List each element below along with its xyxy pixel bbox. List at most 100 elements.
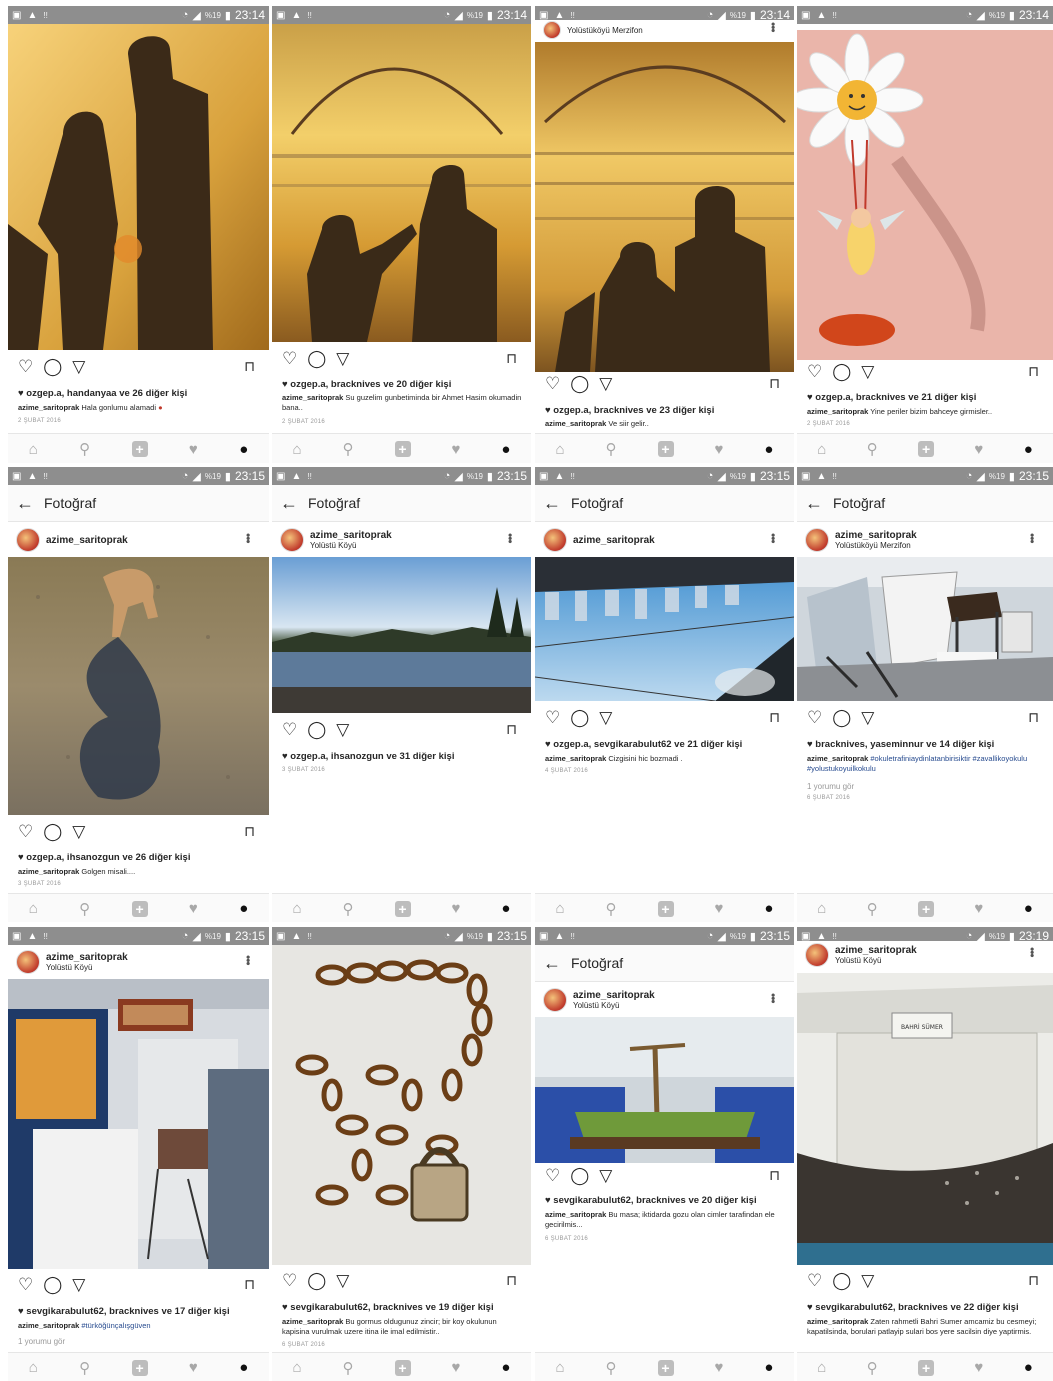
comment-icon[interactable]: ◯ [570,375,589,392]
home-icon[interactable]: ⌂ [292,900,301,917]
home-icon[interactable]: ⌂ [29,441,38,458]
heart-icon[interactable]: ♥ [715,1359,724,1376]
profile-icon[interactable]: ● [239,900,248,917]
add-icon[interactable]: + [131,441,148,457]
post-location[interactable]: Yolüstü Köyü [46,963,128,972]
bookmark-icon[interactable]: ⊓ [1028,363,1039,380]
profile-icon[interactable]: ● [764,441,773,458]
comment-icon[interactable]: ◯ [570,1167,589,1184]
search-icon[interactable]: ⚲ [343,1359,354,1377]
caption-user[interactable]: azime_saritoprak [807,407,868,416]
search-icon[interactable]: ⚲ [606,900,617,918]
add-icon[interactable]: + [131,900,148,917]
search-icon[interactable]: ⚲ [79,900,90,918]
more-options-icon[interactable]: ••• [766,993,780,1003]
home-icon[interactable]: ⌂ [817,441,826,458]
caption-user[interactable]: azime_saritoprak [545,754,606,763]
send-icon[interactable]: ▽ [861,1272,874,1289]
heart-icon[interactable]: ♡ [282,721,297,738]
add-icon[interactable]: + [394,441,411,457]
avatar[interactable] [543,528,567,552]
caption-user[interactable]: azime_saritoprak [807,1317,868,1326]
send-icon[interactable]: ▽ [336,350,349,367]
bookmark-icon[interactable]: ⊓ [244,358,255,375]
home-icon[interactable]: ⌂ [555,900,564,917]
bookmark-icon[interactable]: ⊓ [506,350,517,367]
more-options-icon[interactable]: ••• [1025,947,1039,957]
profile-icon[interactable]: ● [239,441,248,458]
add-icon[interactable]: + [918,441,935,457]
home-icon[interactable]: ⌂ [292,441,301,458]
more-options-icon[interactable]: ••• [766,22,780,32]
home-icon[interactable]: ⌂ [292,1359,301,1376]
add-icon[interactable]: + [394,900,411,917]
add-icon[interactable]: + [657,1359,674,1376]
post-photo[interactable] [8,24,269,351]
bookmark-icon[interactable]: ⊓ [769,709,780,726]
profile-icon[interactable]: ● [501,441,510,458]
bookmark-icon[interactable]: ⊓ [769,1167,780,1184]
post-location[interactable]: Yolüstüköyü Merzifon [835,541,917,550]
caption-user[interactable]: azime_saritoprak [545,419,606,428]
home-icon[interactable]: ⌂ [817,1359,826,1376]
post-username[interactable]: azime_saritoprak [310,530,392,541]
back-arrow-icon[interactable]: ← [805,493,833,514]
post-photo[interactable] [797,30,1053,360]
post-location[interactable]: Yolüstü Köyü [310,541,392,550]
bookmark-icon[interactable]: ⊓ [1028,709,1039,726]
heart-icon[interactable]: ♥ [715,441,724,458]
post-photo[interactable] [535,557,794,702]
comment-icon[interactable]: ◯ [43,823,62,840]
post-photo[interactable] [272,945,531,1265]
post-photo[interactable] [272,24,531,342]
send-icon[interactable]: ▽ [72,358,85,375]
add-icon[interactable]: + [657,900,674,917]
post-photo[interactable] [8,979,269,1269]
caption-user[interactable]: azime_saritoprak [282,1317,343,1326]
search-icon[interactable]: ⚲ [867,440,878,458]
profile-icon[interactable]: ● [239,1359,248,1376]
bookmark-icon[interactable]: ⊓ [769,375,780,392]
bookmark-icon[interactable]: ⊓ [1028,1272,1039,1289]
profile-icon[interactable]: ● [501,900,510,917]
heart-icon[interactable]: ♡ [545,1167,560,1184]
profile-icon[interactable]: ● [1024,900,1033,917]
send-icon[interactable]: ▽ [599,709,612,726]
post-username[interactable]: azime_saritoprak [573,990,655,1001]
search-icon[interactable]: ⚲ [343,900,354,918]
home-icon[interactable]: ⌂ [29,1359,38,1376]
heart-icon[interactable]: ♡ [807,709,822,726]
bookmark-icon[interactable]: ⊓ [506,721,517,738]
post-photo[interactable] [272,557,531,713]
more-options-icon[interactable]: ••• [1025,533,1039,543]
send-icon[interactable]: ▽ [861,363,874,380]
post-username[interactable]: azime_saritoprak [835,530,917,541]
add-icon[interactable]: + [131,1359,148,1376]
comment-icon[interactable]: ◯ [307,721,326,738]
heart-icon[interactable]: ♥ [452,441,461,458]
send-icon[interactable]: ▽ [599,1167,612,1184]
caption-user[interactable]: azime_saritoprak [282,393,343,402]
post-location[interactable]: Yolüstü Köyü [573,1001,655,1010]
search-icon[interactable]: ⚲ [606,440,617,458]
back-arrow-icon[interactable]: ← [543,493,571,514]
post-photo[interactable] [8,557,269,815]
home-icon[interactable]: ⌂ [555,1359,564,1376]
back-arrow-icon[interactable]: ← [280,493,308,514]
heart-icon[interactable]: ♡ [282,1272,297,1289]
add-icon[interactable]: + [918,900,935,917]
heart-icon[interactable]: ♥ [974,1359,983,1376]
avatar[interactable] [280,528,304,552]
avatar[interactable] [805,943,829,967]
avatar[interactable] [16,528,40,552]
heart-icon[interactable]: ♡ [18,358,33,375]
heart-icon[interactable]: ♥ [189,441,198,458]
bookmark-icon[interactable]: ⊓ [244,1276,255,1293]
send-icon[interactable]: ▽ [72,823,85,840]
send-icon[interactable]: ▽ [861,709,874,726]
heart-icon[interactable]: ♥ [974,900,983,917]
heart-icon[interactable]: ♡ [807,363,822,380]
post-username[interactable]: azime_saritoprak [573,535,655,546]
comment-icon[interactable]: ◯ [43,358,62,375]
post-location[interactable]: Yolüstü Köyü [835,956,917,965]
